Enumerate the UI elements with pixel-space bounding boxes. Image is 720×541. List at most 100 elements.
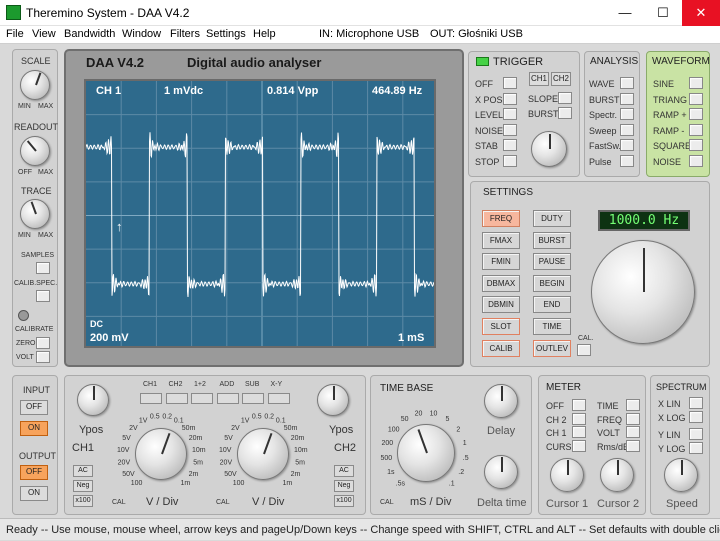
input-device-label[interactable]: IN: Microphone USB: [319, 28, 419, 40]
meter-volt-checkbox[interactable]: [626, 426, 640, 438]
channel-ch2-button[interactable]: [165, 393, 188, 404]
analysis-sweep-checkbox[interactable]: [620, 123, 634, 136]
waveform-sine-checkbox[interactable]: [689, 77, 703, 89]
slope-checkbox[interactable]: [558, 92, 572, 104]
trigger-ch2-button[interactable]: CH2: [551, 72, 571, 86]
ch1-vdiv-scale-tick: 10V: [117, 447, 130, 454]
trigger-level-knob[interactable]: [531, 131, 567, 167]
menu-bandwidth[interactable]: Bandwidth: [64, 28, 115, 40]
trigger-stab-checkbox[interactable]: [503, 139, 517, 151]
meter-curs-checkbox[interactable]: [572, 439, 586, 452]
settings-cal-checkbox[interactable]: [577, 344, 591, 356]
settings-calib-button[interactable]: CALIB: [482, 339, 520, 357]
output-off-button[interactable]: OFF: [20, 465, 48, 480]
trigger-off-checkbox[interactable]: [503, 77, 517, 89]
waveform-triang-checkbox[interactable]: [689, 92, 703, 105]
scale-knob[interactable]: [20, 70, 50, 100]
waveform-ramp-minus-checkbox[interactable]: [689, 123, 703, 136]
settings-freq-button[interactable]: FREQ: [482, 210, 520, 227]
ch1-x100-button[interactable]: x100: [73, 495, 93, 507]
volt-checkbox[interactable]: [36, 351, 50, 363]
spectrum-x-lin-checkbox[interactable]: [689, 397, 703, 409]
meter-ch-2-checkbox[interactable]: [572, 412, 586, 425]
timebase-scale-tick: 1: [463, 440, 467, 447]
analysis-wave-checkbox[interactable]: [620, 77, 634, 89]
meter-time-checkbox[interactable]: [626, 399, 640, 411]
channel-x-y-button[interactable]: [267, 393, 290, 404]
ch1-cal-label: CAL: [112, 499, 126, 506]
maximize-button[interactable]: ☐: [644, 0, 682, 26]
meter-ch-2-label: CH 2: [546, 414, 567, 425]
waveform-noise-checkbox[interactable]: [689, 154, 703, 167]
analysis-spectr-checkbox[interactable]: [620, 108, 634, 120]
spectrum-y-lin-label: Y LIN: [658, 430, 681, 440]
ch1-neg-button[interactable]: Neg: [73, 480, 93, 492]
settings-dbmax-button[interactable]: DBMAX: [482, 274, 520, 292]
settings-outlev-button[interactable]: OUTLEV: [533, 339, 571, 357]
settings-fmin-button[interactable]: FMIN: [482, 253, 520, 271]
analysis-pulse-checkbox[interactable]: [620, 154, 634, 167]
menu-help[interactable]: Help: [253, 28, 276, 40]
spectrum-x-log-checkbox[interactable]: [689, 410, 703, 423]
menu-filters[interactable]: Filters: [170, 28, 200, 40]
settings-end-button[interactable]: END: [533, 296, 571, 314]
output-on-button[interactable]: ON: [20, 486, 48, 501]
menu-window[interactable]: Window: [122, 28, 161, 40]
minimize-button[interactable]: —: [606, 0, 644, 26]
zero-checkbox[interactable]: [36, 337, 50, 349]
trigger-ch1-button[interactable]: CH1: [529, 72, 549, 86]
settings-begin-button[interactable]: BEGIN: [533, 274, 571, 292]
waveform-ramp-plus-checkbox[interactable]: [689, 108, 703, 120]
delta-time-knob[interactable]: [484, 455, 518, 489]
waveform-square-checkbox[interactable]: [689, 139, 703, 151]
settings-main-knob[interactable]: [591, 240, 695, 344]
meter-off-checkbox[interactable]: [572, 399, 586, 411]
menu-view[interactable]: View: [32, 28, 56, 40]
analysis-fastsw-checkbox[interactable]: [620, 139, 634, 151]
settings-fmax-button[interactable]: FMAX: [482, 231, 520, 249]
channel-sub-button[interactable]: [242, 393, 264, 404]
settings-time-button[interactable]: TIME: [533, 318, 571, 335]
settings-dbmin-button[interactable]: DBMIN: [482, 296, 520, 314]
spectrum-y-log-checkbox[interactable]: [689, 441, 703, 454]
meter-rmsdb-checkbox[interactable]: [626, 439, 640, 452]
settings-slot-button[interactable]: SLOT: [482, 318, 520, 335]
trigger-noise-checkbox[interactable]: [503, 123, 517, 136]
trigger-x-pos-checkbox[interactable]: [503, 92, 517, 105]
timebase-scale-tick: .5s: [396, 481, 406, 488]
spectrum-y-lin-checkbox[interactable]: [689, 428, 703, 440]
cursor1-knob[interactable]: [550, 458, 584, 492]
speed-knob[interactable]: [664, 458, 698, 492]
meter-freq-checkbox[interactable]: [626, 412, 640, 425]
channel-add-button[interactable]: [216, 393, 239, 404]
analysis-burst-checkbox[interactable]: [620, 92, 634, 105]
trace-knob[interactable]: [20, 199, 50, 229]
settings-pause-button[interactable]: PAUSE: [533, 253, 571, 271]
trigger-stop-checkbox[interactable]: [503, 154, 517, 167]
trigger-level-checkbox[interactable]: [503, 108, 517, 120]
input-on-button[interactable]: ON: [20, 421, 48, 436]
menu-settings[interactable]: Settings: [206, 28, 246, 40]
burst-checkbox[interactable]: [558, 107, 572, 119]
timebase-scale-tick: .1: [449, 481, 455, 488]
ch1-ac-button[interactable]: AC: [73, 465, 93, 477]
settings-burst-button[interactable]: BURST: [533, 231, 571, 249]
close-button[interactable]: ✕: [682, 0, 720, 26]
delay-knob[interactable]: [484, 384, 518, 418]
readout-knob[interactable]: [20, 136, 50, 166]
menu-file[interactable]: File: [6, 28, 24, 40]
ch1-vdiv-scale-tick: 5m: [193, 459, 203, 466]
output-device-label[interactable]: OUT: Głośniki USB: [430, 28, 523, 40]
delta-time-label: Delta time: [477, 497, 527, 509]
meter-ch-1-checkbox[interactable]: [572, 426, 586, 438]
samples-checkbox[interactable]: [36, 262, 50, 274]
cursor2-knob[interactable]: [600, 458, 634, 492]
calib-spec-checkbox[interactable]: [36, 290, 50, 302]
ch2-vdiv-scale-tick: 20V: [220, 459, 233, 466]
input-off-button[interactable]: OFF: [20, 400, 48, 415]
channel-1plus2-button[interactable]: [191, 393, 213, 404]
settings-duty-button[interactable]: DUTY: [533, 210, 571, 227]
scope-screen[interactable]: [84, 79, 436, 348]
trigger-arrow-icon: ↑: [116, 219, 123, 234]
channel-ch1-button[interactable]: [140, 393, 162, 404]
